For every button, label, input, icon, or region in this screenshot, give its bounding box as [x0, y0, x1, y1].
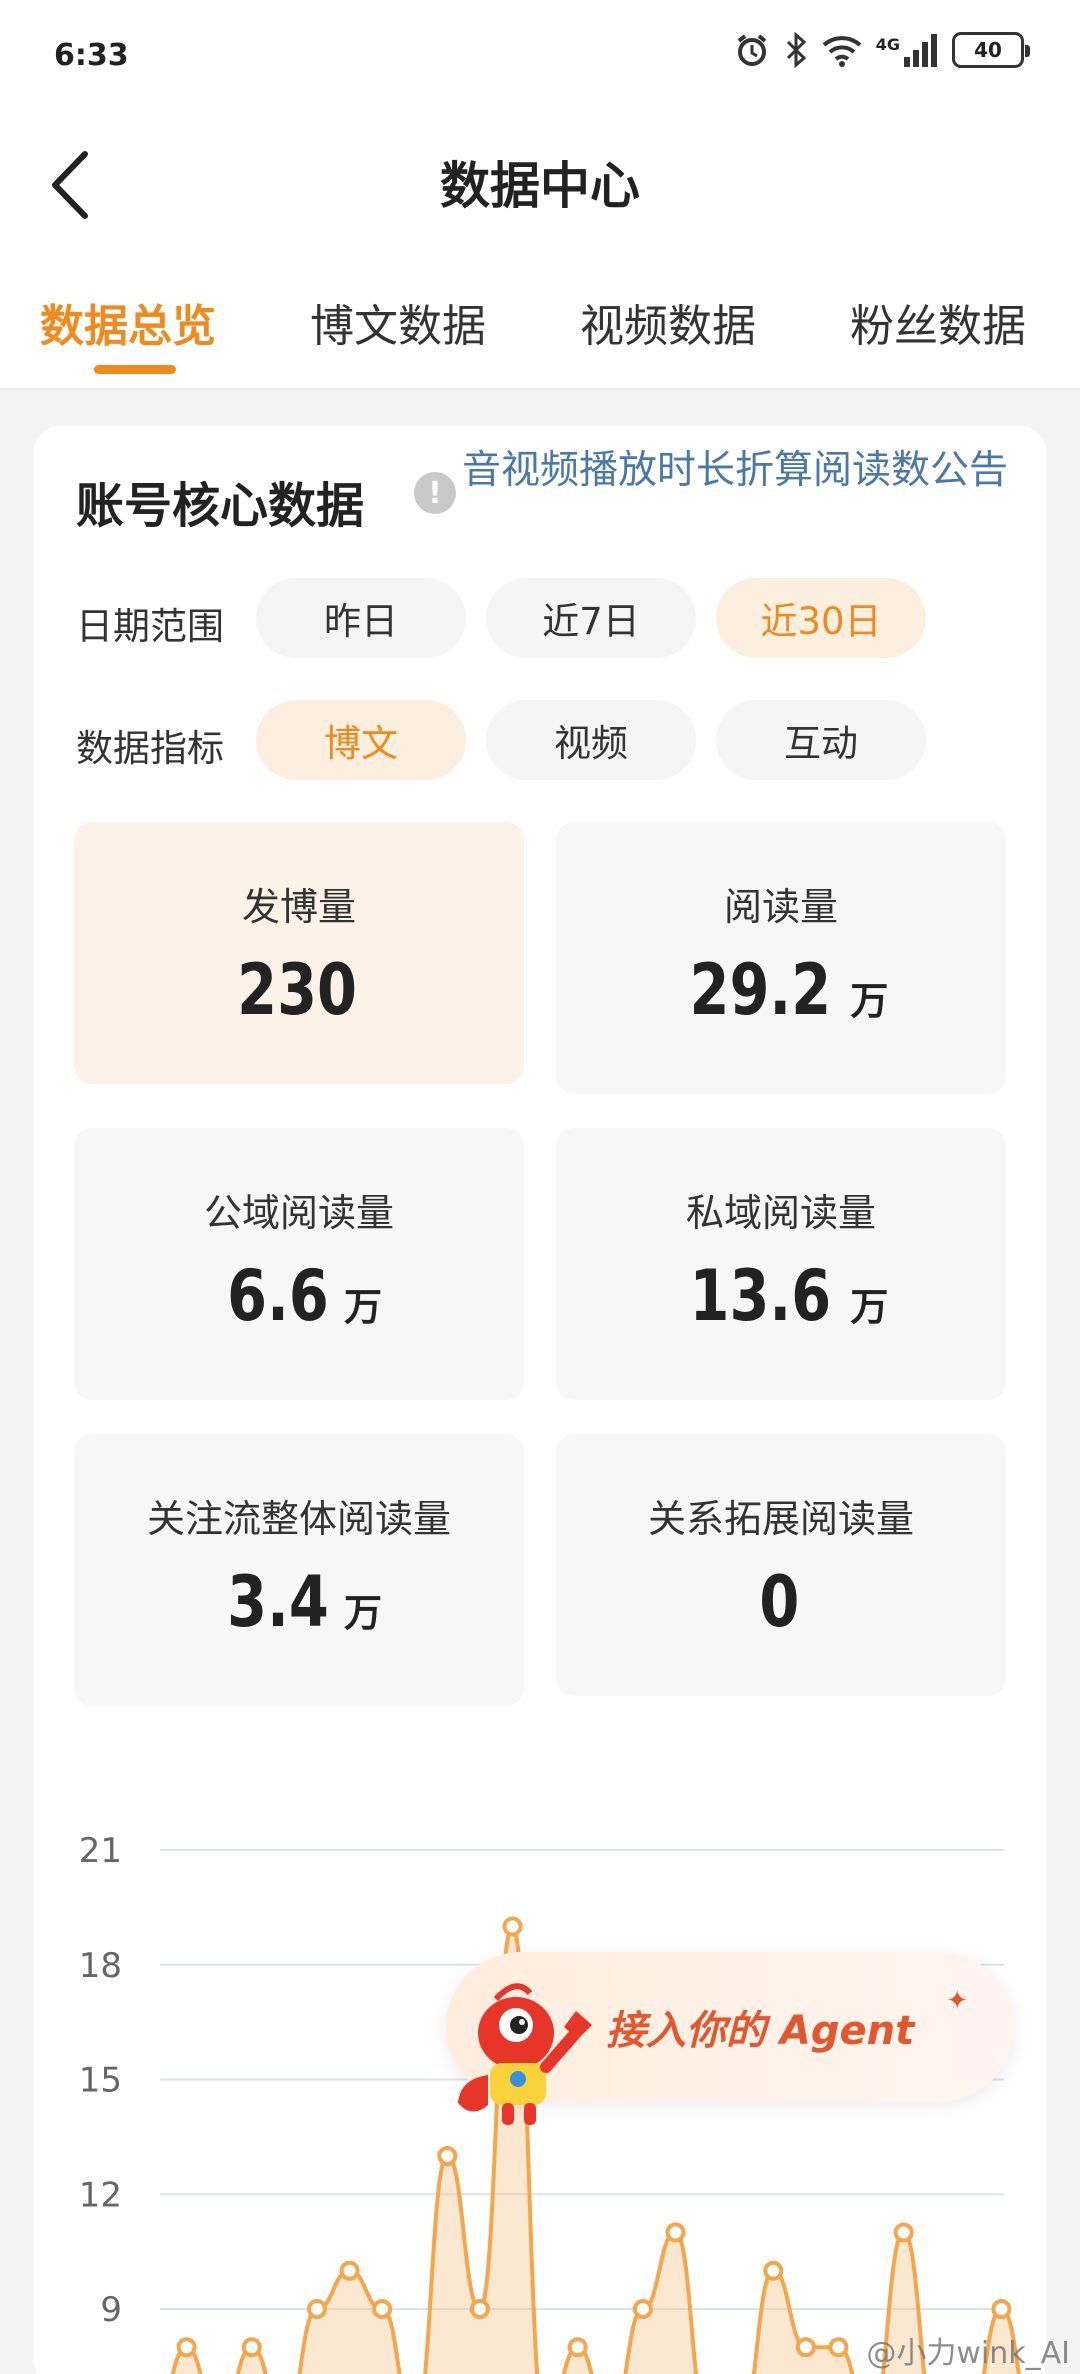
stat-value: 6.6 [227, 1255, 329, 1337]
tab-fans-data[interactable]: 粉丝数据 [850, 290, 1026, 354]
data-point[interactable] [469, 2299, 490, 2319]
data-point[interactable] [828, 2337, 849, 2358]
stat-label: 发博量 [241, 885, 356, 929]
stat-unit: 万 [344, 1591, 383, 1635]
stat-value: 3.4 [227, 1561, 329, 1643]
data-point[interactable] [991, 2299, 1012, 2319]
metric-option-post[interactable]: 博文 [256, 700, 466, 780]
core-data-title: 账号核心数据 [76, 478, 365, 534]
sparkle-icon: ✦ [946, 1986, 968, 2016]
stat-unit: 万 [850, 1285, 889, 1329]
stat-value: 0 [759, 1561, 799, 1643]
network-type-label: 4G [875, 34, 900, 54]
status-icons: 4G 40 [734, 32, 1030, 68]
y-tick-label: 18 [79, 1946, 122, 1986]
stat-card-public-reads[interactable]: 公域阅读量 6.6 万 [74, 1128, 524, 1400]
data-point[interactable] [176, 2337, 197, 2358]
bluetooth-icon [786, 32, 806, 68]
battery-level: 40 [974, 38, 1002, 62]
stat-label: 公域阅读量 [203, 1191, 394, 1235]
stat-card-post-count[interactable]: 发博量 230 [74, 822, 524, 1084]
tab-bar: 数据总览 博文数据 视频数据 粉丝数据 [0, 260, 1080, 390]
data-point[interactable] [632, 2299, 653, 2319]
tab-post-data[interactable]: 博文数据 [310, 290, 486, 354]
data-point[interactable] [339, 2260, 360, 2281]
status-time: 6:33 [54, 38, 129, 73]
stat-label: 关系拓展阅读量 [647, 1497, 914, 1541]
stat-label: 关注流整体阅读量 [146, 1497, 451, 1541]
stat-card-relation-reads[interactable]: 关系拓展阅读量 0 [556, 1434, 1006, 1696]
page-title: 数据中心 [440, 157, 640, 215]
y-tick-label: 12 [79, 2175, 122, 2215]
y-tick-label: 15 [79, 2061, 122, 2101]
signal-icon [904, 34, 937, 67]
agent-banner-text: 接入你的 Agent [606, 2008, 915, 2054]
crayfish-mascot-icon[interactable] [446, 1975, 606, 2135]
date-option-7-days[interactable]: 近7日 [486, 578, 696, 658]
watermark: @小力wink_AI [866, 2336, 1070, 2371]
date-option-yesterday[interactable]: 昨日 [256, 578, 466, 658]
data-point[interactable] [795, 2337, 816, 2358]
date-option-30-days[interactable]: 近30日 [716, 578, 926, 658]
data-point[interactable] [893, 2222, 914, 2243]
stat-unit: 万 [850, 979, 889, 1023]
info-icon[interactable]: ! [414, 472, 456, 514]
tab-overview[interactable]: 数据总览 [40, 290, 216, 354]
stat-card-private-reads[interactable]: 私域阅读量 13.6 万 [556, 1128, 1006, 1400]
title-bar: 数据中心 [0, 110, 1080, 260]
metric-label: 数据指标 [76, 727, 224, 770]
metric-option-video[interactable]: 视频 [486, 700, 696, 780]
date-range-label: 日期范围 [76, 605, 224, 648]
data-point[interactable] [241, 2337, 262, 2358]
stat-card-reads[interactable]: 阅读量 29.2 万 [556, 822, 1006, 1094]
y-tick-label: 9 [100, 2290, 122, 2330]
metric-option-interaction[interactable]: 互动 [716, 700, 926, 780]
stat-label: 阅读量 [723, 885, 838, 929]
data-point[interactable] [502, 1916, 523, 1937]
wifi-icon [822, 36, 862, 67]
notice-link[interactable]: 音视频播放时长折算阅读数公告 [462, 450, 1022, 492]
alarm-icon [737, 34, 767, 66]
data-point[interactable] [372, 2299, 393, 2319]
battery-indicator: 40 [952, 32, 1030, 68]
data-point[interactable] [665, 2222, 686, 2243]
active-tab-indicator [94, 365, 176, 374]
stat-unit: 万 [344, 1285, 383, 1329]
data-point[interactable] [437, 2146, 458, 2166]
stat-card-follow-feed-reads[interactable]: 关注流整体阅读量 3.4 万 [74, 1434, 524, 1706]
data-point[interactable] [763, 2260, 784, 2281]
status-bar: 6:33 4G 40 [0, 0, 1080, 110]
stat-label: 私域阅读量 [685, 1191, 876, 1235]
data-point[interactable] [306, 2299, 327, 2319]
stat-value: 13.6 [689, 1255, 831, 1337]
stat-value: 29.2 [689, 949, 831, 1031]
data-point[interactable] [567, 2337, 588, 2358]
tab-video-data[interactable]: 视频数据 [580, 290, 756, 354]
stat-value: 230 [237, 949, 357, 1031]
y-tick-label: 21 [79, 1831, 122, 1871]
